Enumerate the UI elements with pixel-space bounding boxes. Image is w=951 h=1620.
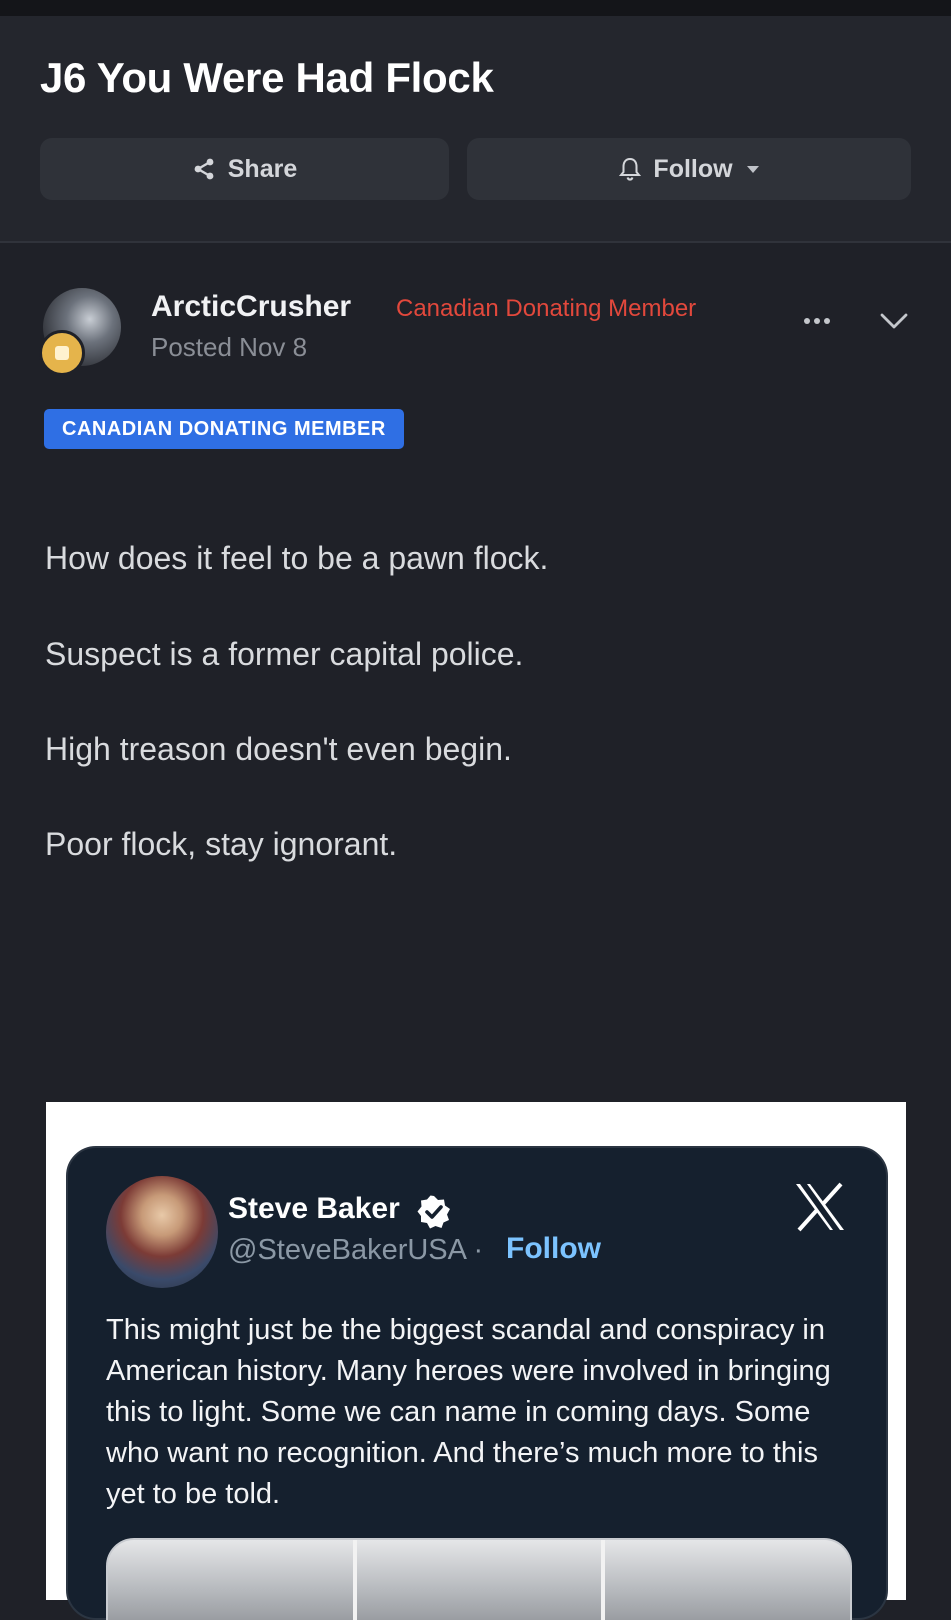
tweet-text: This might just be the biggest scandal a…: [106, 1314, 831, 1510]
thread-header: J6 You Were Had Flock Share Follow: [0, 16, 951, 243]
author-role: Canadian Donating Member: [396, 295, 697, 322]
member-group-badge: CANADIAN DONATING MEMBER: [44, 409, 404, 449]
verified-icon: [417, 1195, 450, 1229]
tweet-media-image[interactable]: [605, 1540, 850, 1620]
member-rank-icon: [39, 330, 85, 376]
share-icon: [194, 158, 214, 180]
chevron-down-icon[interactable]: [880, 312, 908, 330]
post-text-line: How does it feel to be a pawn flock.: [45, 540, 549, 576]
share-button[interactable]: Share: [40, 138, 449, 200]
more-icon[interactable]: [804, 312, 834, 330]
status-bar: [0, 0, 951, 16]
author-name[interactable]: ArcticCrusher: [151, 290, 351, 324]
post-text-line: Suspect is a former capital police.: [45, 636, 524, 672]
author-avatar[interactable]: [39, 288, 121, 376]
share-label: Share: [227, 154, 298, 183]
tweet-avatar[interactable]: [106, 1176, 218, 1288]
tweet-card[interactable]: Steve Baker @SteveBakerUSA · Follow This…: [66, 1146, 888, 1620]
tweet-handle: @SteveBakerUSA ·: [228, 1234, 484, 1266]
post-date[interactable]: Posted Nov 8: [151, 332, 307, 363]
caret-down-icon: [746, 165, 759, 173]
tweet-media[interactable]: [106, 1538, 852, 1620]
x-logo-icon[interactable]: [794, 1182, 846, 1232]
tweet-follow-link[interactable]: Follow: [506, 1232, 601, 1266]
post-text-line: High treason doesn't even begin.: [45, 731, 512, 767]
tweet-media-image[interactable]: [108, 1540, 357, 1620]
post-text-line: Poor flock, stay ignorant.: [45, 826, 398, 862]
follow-button[interactable]: Follow: [467, 138, 911, 200]
tweet-media-image[interactable]: [356, 1540, 606, 1620]
thread-title: J6 You Were Had Flock: [40, 54, 494, 101]
tweet-author-name[interactable]: Steve Baker: [228, 1192, 400, 1226]
embedded-tweet[interactable]: Steve Baker @SteveBakerUSA · Follow This…: [46, 1102, 906, 1620]
follow-label: Follow: [653, 154, 733, 183]
bell-icon: [619, 157, 642, 181]
